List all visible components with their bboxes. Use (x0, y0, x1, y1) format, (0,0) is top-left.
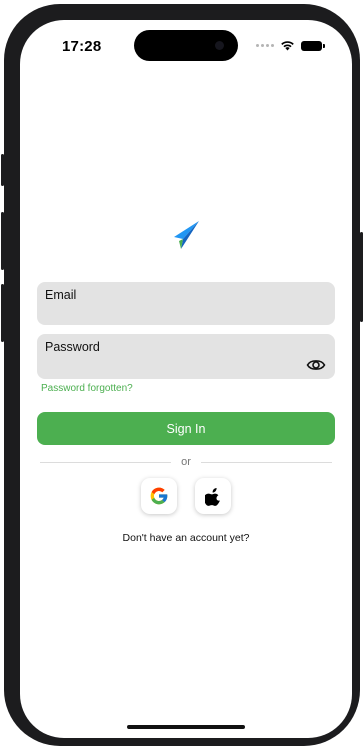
front-camera (215, 41, 224, 50)
or-label: or (181, 456, 191, 468)
divider-line-right (200, 461, 332, 463)
password-input[interactable] (45, 359, 299, 375)
email-input[interactable] (45, 305, 299, 321)
status-icons (256, 40, 325, 51)
wifi-icon (281, 41, 294, 51)
apple-sign-in-button[interactable] (195, 478, 231, 514)
paper-plane-icon (174, 221, 199, 249)
forgot-password-link[interactable]: Password forgotten? (41, 383, 133, 394)
google-icon (150, 487, 168, 505)
apple-icon (204, 487, 220, 506)
google-sign-in-button[interactable] (141, 478, 177, 514)
or-divider: or (40, 455, 332, 469)
password-label: Password (45, 340, 100, 354)
volume-down-button (1, 284, 4, 342)
home-indicator[interactable] (127, 725, 245, 729)
app-screen: 17:28 Email Password Password forgotten?… (20, 20, 352, 738)
sign-up-prompt[interactable]: Don't have an account yet? (20, 532, 352, 544)
volume-up-button (1, 212, 4, 270)
dynamic-island (134, 30, 238, 61)
password-field[interactable]: Password (37, 334, 335, 379)
action-button (1, 154, 4, 186)
eye-icon[interactable] (306, 357, 326, 373)
email-label: Email (45, 288, 77, 302)
sign-in-button[interactable]: Sign In (37, 412, 335, 445)
email-field[interactable]: Email (37, 282, 335, 325)
phone-frame: 17:28 Email Password Password forgotten?… (1, 4, 363, 746)
divider-line-left (40, 461, 172, 463)
power-button (360, 232, 363, 322)
battery-icon (301, 40, 325, 51)
signal-dots-icon (256, 44, 274, 47)
status-time: 17:28 (62, 38, 102, 55)
